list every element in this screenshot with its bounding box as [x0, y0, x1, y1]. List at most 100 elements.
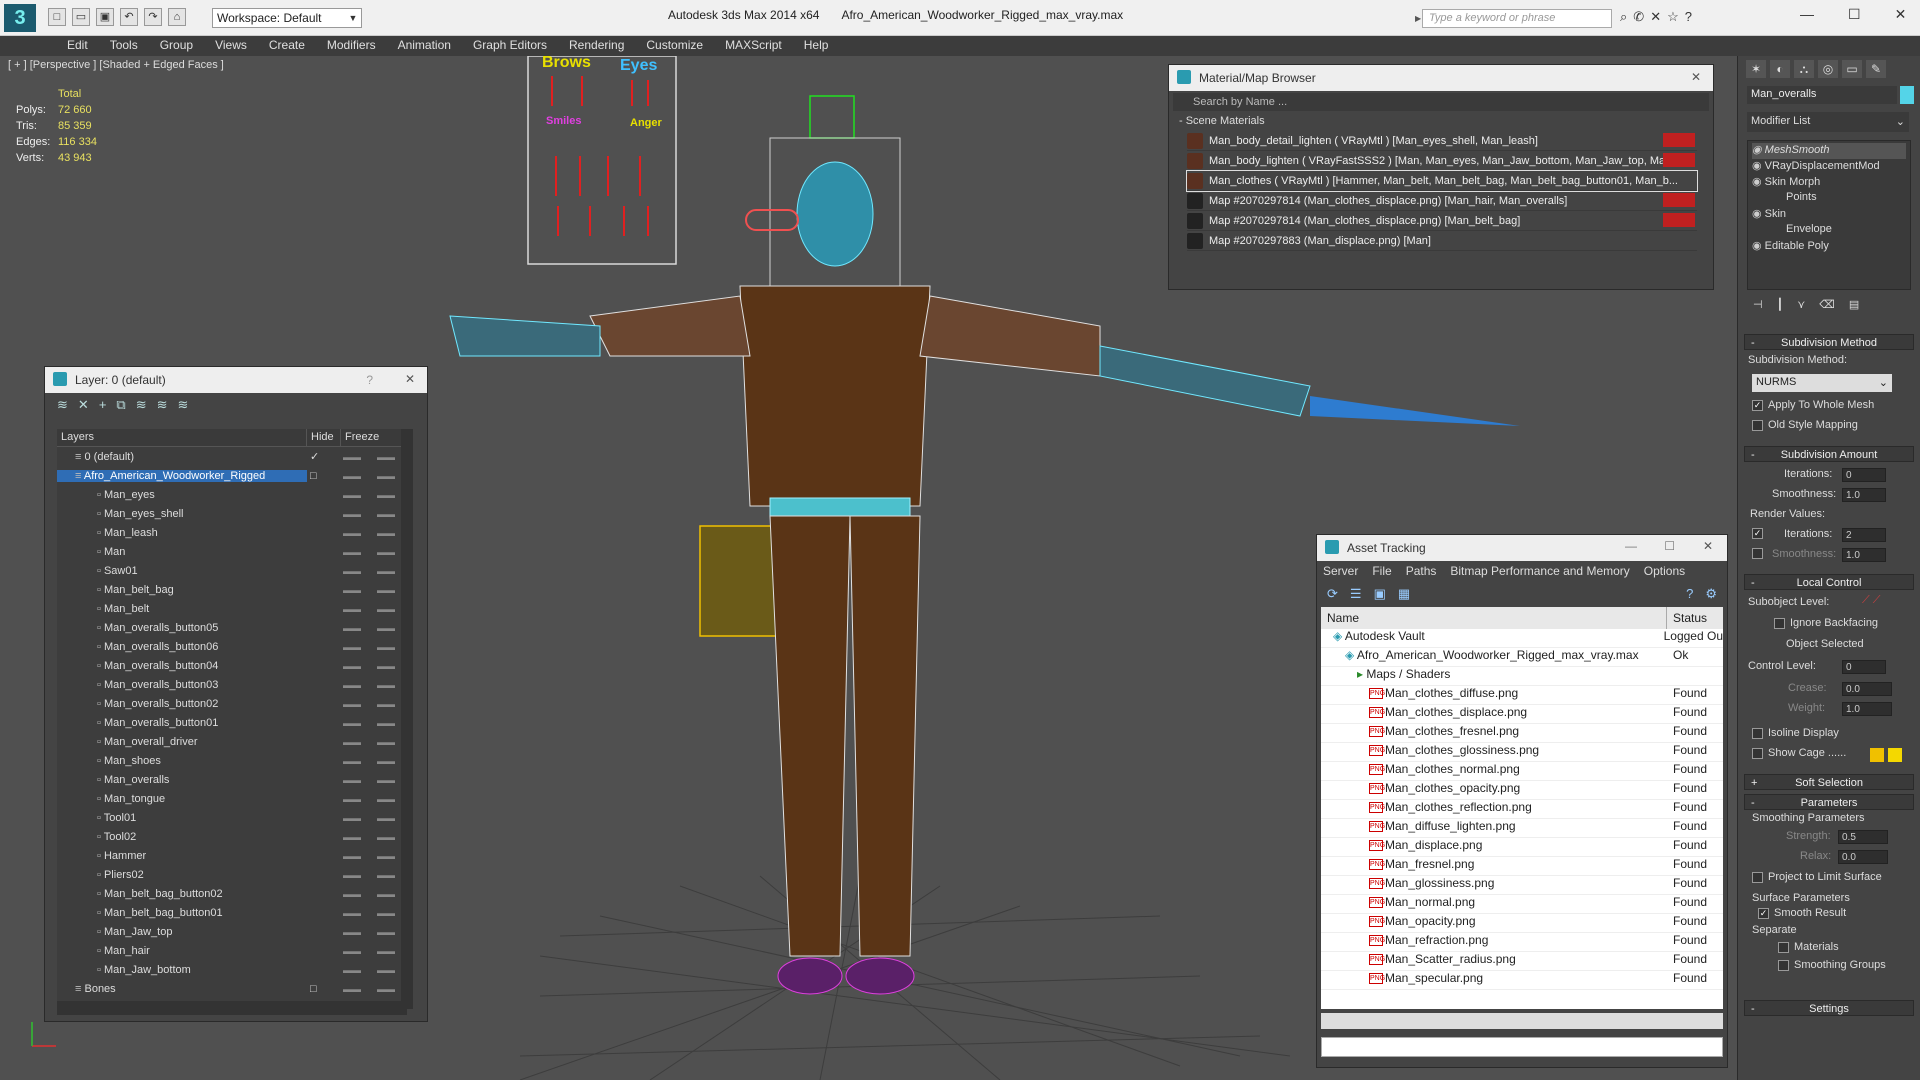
hide-toggle[interactable]: ▬▬: [343, 737, 361, 747]
workspace-select[interactable]: Workspace: Default: [212, 8, 362, 28]
layer-row[interactable]: ▫ Man_overall_driver ▬▬ ▬▬: [57, 732, 407, 751]
layer-row[interactable]: ▫ Man_belt_bag_button02 ▬▬ ▬▬: [57, 884, 407, 903]
chevron-down-icon[interactable]: ▼: [346, 8, 360, 28]
subdivision-method-select[interactable]: NURMS ⌄: [1752, 374, 1892, 392]
asset-tracking-titlebar[interactable]: Asset Tracking — ☐ ✕: [1317, 535, 1727, 561]
col-hide[interactable]: Hide: [307, 429, 341, 446]
hide-toggle[interactable]: ▬▬: [343, 870, 361, 880]
bulb-icon[interactable]: ◉: [1752, 208, 1765, 220]
freeze-toggle[interactable]: ▬▬: [377, 680, 395, 690]
scene-materials-section[interactable]: - Scene Materials: [1173, 113, 1709, 129]
display-tab-icon[interactable]: ▭: [1842, 60, 1862, 78]
menu-item[interactable]: Modifiers: [316, 36, 387, 56]
freeze-toggle[interactable]: ▬▬: [377, 851, 395, 861]
app-logo-icon[interactable]: 3: [4, 4, 36, 32]
layer-row[interactable]: ▫ Man_eyes ▬▬ ▬▬: [57, 485, 407, 504]
isoline-display-checkbox[interactable]: [1752, 728, 1763, 739]
freeze-toggle[interactable]: ▬▬: [377, 908, 395, 918]
menu-item[interactable]: Rendering: [558, 36, 635, 56]
hide-toggle[interactable]: ▬▬: [343, 965, 361, 975]
menu-item[interactable]: Animation: [387, 36, 462, 56]
bulb-icon[interactable]: ◉: [1752, 160, 1765, 172]
minimize-icon[interactable]: —: [1800, 6, 1814, 23]
layer-row[interactable]: ≡ 0 (default) ✓ ▬▬ ▬▬: [57, 447, 407, 466]
close-icon[interactable]: ✕: [1895, 6, 1907, 23]
right-arm-mesh[interactable]: [919, 295, 1101, 377]
hide-toggle[interactable]: ▬▬: [343, 528, 361, 538]
freeze-toggle[interactable]: ▬▬: [377, 737, 395, 747]
layer-row[interactable]: ▫ Saw01 ▬▬ ▬▬: [57, 561, 407, 580]
material-row[interactable]: Man_body_detail_lighten ( VRayMtl ) [Man…: [1187, 131, 1697, 151]
hide-toggle[interactable]: ▬▬: [343, 927, 361, 937]
layer-panel-titlebar[interactable]: Layer: 0 (default) ? ✕: [45, 367, 427, 393]
hide-toggle[interactable]: ▬▬: [343, 623, 361, 633]
layer-row[interactable]: ▫ Man_overalls_button05 ▬▬ ▬▬: [57, 618, 407, 637]
eye-control[interactable]: [745, 209, 799, 231]
asset-row[interactable]: PNGMan_Scatter_radius.png Found: [1321, 952, 1723, 971]
layer-row[interactable]: ▫ Man_overalls_button06 ▬▬ ▬▬: [57, 637, 407, 656]
freeze-toggle[interactable]: ▬▬: [377, 775, 395, 785]
freeze-toggle[interactable]: ▬▬: [377, 604, 395, 614]
layer-horizontal-scrollbar[interactable]: [57, 1001, 407, 1015]
close-icon[interactable]: ✕: [1691, 70, 1701, 84]
rollout-subdivision-amount[interactable]: - Subdivision Amount: [1744, 446, 1914, 462]
hide-toggle[interactable]: ▬▬: [343, 813, 361, 823]
modifier-stack-item[interactable]: ◉ Skin: [1752, 207, 1906, 223]
freeze-toggle[interactable]: ▬▬: [377, 547, 395, 557]
asset-menu-item[interactable]: Bitmap Performance and Memory: [1450, 564, 1629, 578]
hide-toggle[interactable]: ▬▬: [343, 680, 361, 690]
hide-toggle[interactable]: ▬▬: [343, 585, 361, 595]
freeze-toggle[interactable]: ▬▬: [377, 813, 395, 823]
modifier-list-dropdown[interactable]: Modifier List ⌄: [1747, 112, 1909, 132]
configure-sets-icon[interactable]: ▤: [1849, 298, 1859, 314]
ignore-backfacing-checkbox[interactable]: [1774, 618, 1785, 629]
asset-row[interactable]: PNGMan_fresnel.png Found: [1321, 857, 1723, 876]
menu-item[interactable]: MAXScript: [714, 36, 793, 56]
freeze-toggle[interactable]: ▬▬: [377, 984, 395, 994]
facial-sliders[interactable]: [551, 76, 649, 236]
asset-row[interactable]: PNGMan_clothes_reflection.png Found: [1321, 800, 1723, 819]
layer-row[interactable]: ▫ Man_belt ▬▬ ▬▬: [57, 599, 407, 618]
subobject-vertex-icon[interactable]: ⟋ ⟋: [1862, 594, 1880, 607]
layer-row[interactable]: ▫ Man_Jaw_bottom ▬▬ ▬▬: [57, 960, 407, 979]
layer-row[interactable]: ▫ Man_overalls_button02 ▬▬ ▬▬: [57, 694, 407, 713]
save-icon[interactable]: ▣: [96, 8, 114, 26]
col-freeze[interactable]: Freeze: [341, 429, 381, 446]
rollout-settings[interactable]: - Settings: [1744, 1000, 1914, 1016]
cage-color-swatch-2[interactable]: [1888, 748, 1902, 762]
modifier-stack-item[interactable]: ◉ Editable Poly: [1752, 239, 1906, 255]
object-name-field[interactable]: Man_overalls: [1747, 86, 1897, 104]
layer-row[interactable]: ▫ Man_leash ▬▬ ▬▬: [57, 523, 407, 542]
asset-row[interactable]: PNGMan_clothes_diffuse.png Found: [1321, 686, 1723, 705]
remove-modifier-icon[interactable]: ⌫: [1819, 298, 1835, 314]
help-icon[interactable]: ?: [1686, 586, 1693, 602]
freeze-toggle[interactable]: ▬▬: [377, 623, 395, 633]
rollout-subdivision-method[interactable]: - Subdivision Method: [1744, 334, 1914, 350]
hide-toggle[interactable]: ▬▬: [343, 908, 361, 918]
menu-item[interactable]: Group: [149, 36, 204, 56]
asset-row[interactable]: PNGMan_glossiness.png Found: [1321, 876, 1723, 895]
project-limit-surface-checkbox[interactable]: [1752, 872, 1763, 883]
left-leg-mesh[interactable]: [769, 515, 851, 957]
render-iterations-spinner[interactable]: 2: [1842, 528, 1886, 542]
hide-toggle[interactable]: ▬▬: [343, 452, 361, 462]
material-row[interactable]: Map #2070297883 (Man_displace.png) [Man]: [1187, 231, 1697, 251]
refresh-icon[interactable]: ⟳: [1327, 586, 1338, 602]
layer-row[interactable]: ▫ Man_shoes ▬▬ ▬▬: [57, 751, 407, 770]
hide-toggle[interactable]: ▬▬: [343, 490, 361, 500]
layer-row[interactable]: ▫ Man_hair ▬▬ ▬▬: [57, 941, 407, 960]
layer-row[interactable]: ▫ Man_belt_bag_button01 ▬▬ ▬▬: [57, 903, 407, 922]
hide-toggle[interactable]: ▬▬: [343, 547, 361, 557]
facial-controls-board[interactable]: [527, 56, 677, 265]
utilities-tab-icon[interactable]: ✎: [1866, 60, 1886, 78]
freeze-toggle[interactable]: ▬▬: [377, 718, 395, 728]
asset-row[interactable]: PNGMan_specular.png Found: [1321, 971, 1723, 990]
hide-toggle[interactable]: ▬▬: [343, 756, 361, 766]
hide-toggle[interactable]: ▬▬: [343, 604, 361, 614]
freeze-toggle[interactable]: ▬▬: [377, 832, 395, 842]
freeze-toggle[interactable]: ▬▬: [377, 661, 395, 671]
menu-item[interactable]: Create: [258, 36, 316, 56]
menu-item[interactable]: Views: [204, 36, 258, 56]
rollout-soft-selection[interactable]: + Soft Selection: [1744, 774, 1914, 790]
hide-toggle[interactable]: ▬▬: [343, 699, 361, 709]
